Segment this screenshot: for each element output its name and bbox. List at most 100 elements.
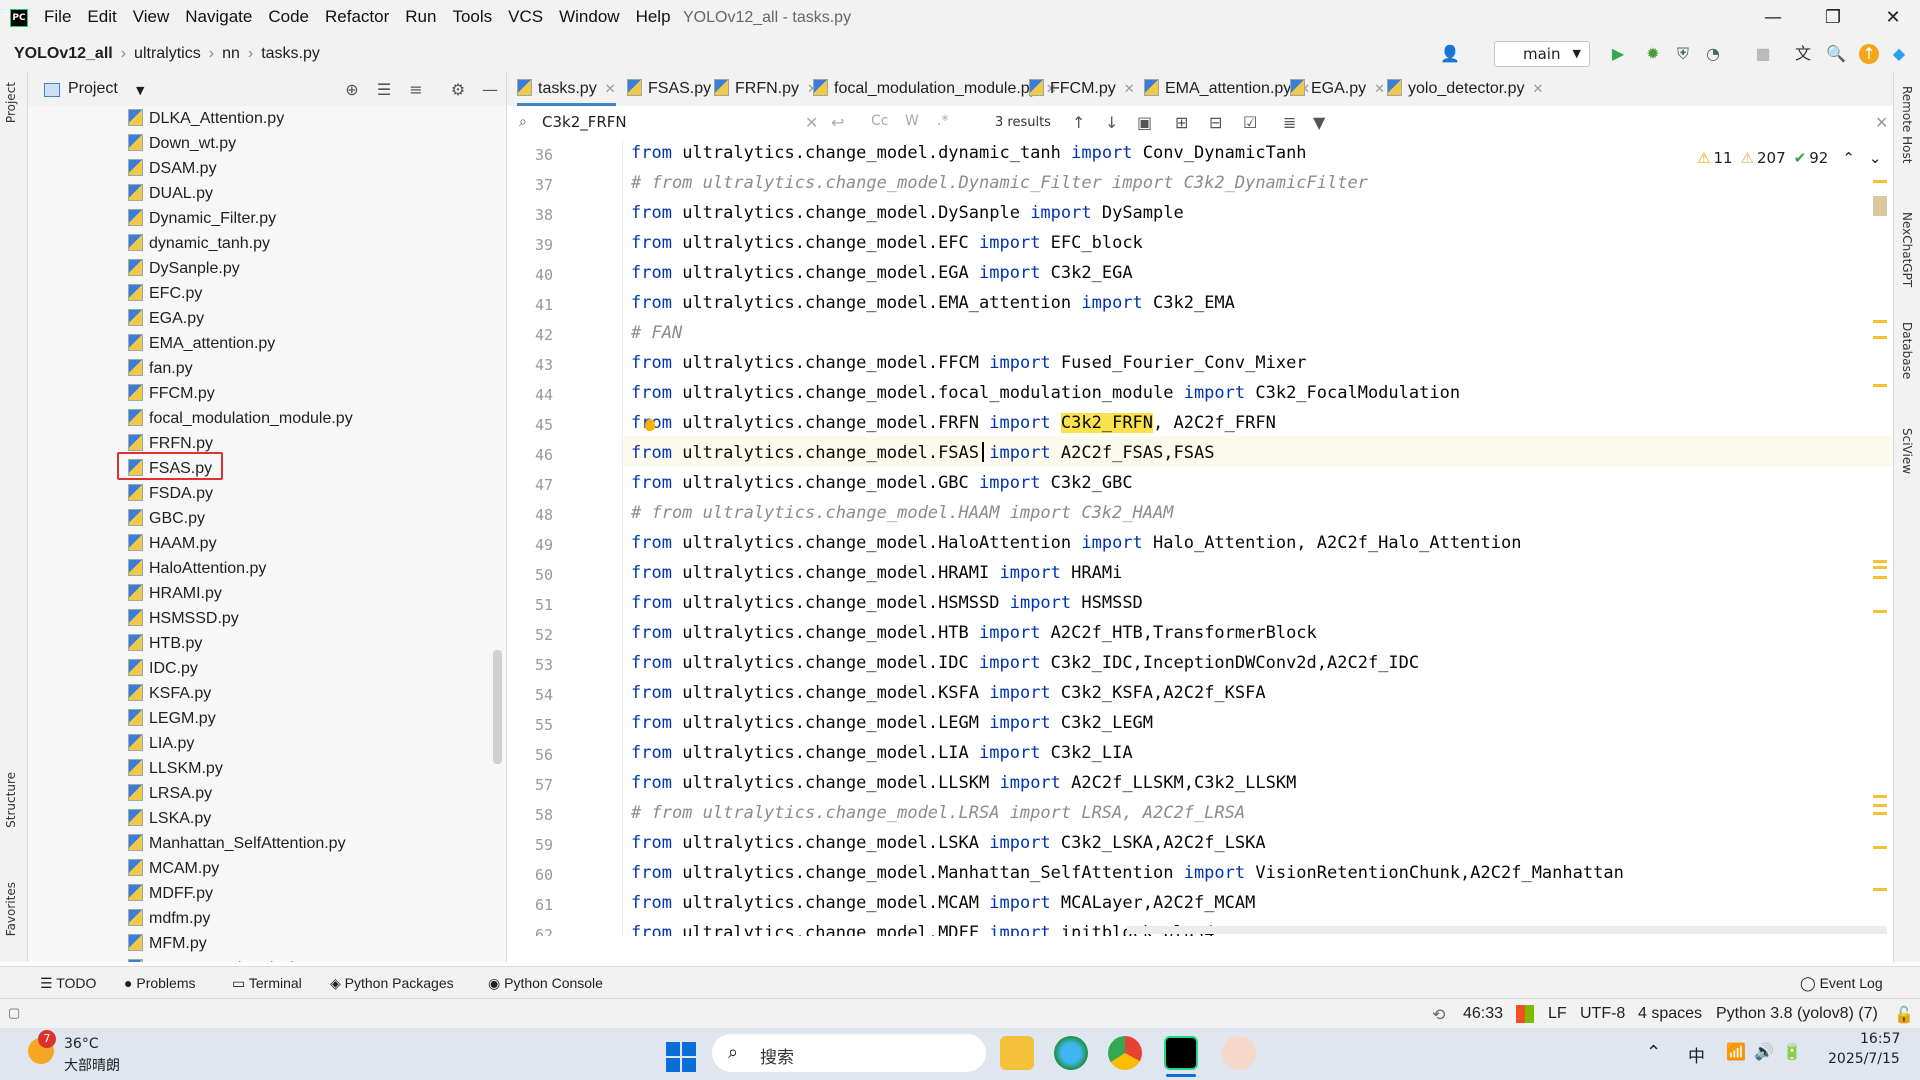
error-stripe-mark[interactable] (1873, 180, 1887, 183)
code-line[interactable]: from ultralytics.change_model.DySanple i… (631, 198, 1184, 228)
update-icon[interactable]: ↑ (1859, 44, 1879, 64)
code-line[interactable]: from ultralytics.change_model.MCAM impor… (631, 888, 1255, 918)
close-tab-icon[interactable]: ✕ (1374, 81, 1385, 96)
close-tab-icon[interactable]: ✕ (1124, 81, 1135, 96)
error-stripe-mark[interactable] (1873, 320, 1887, 323)
line-separator[interactable]: LF (1548, 1005, 1567, 1023)
breadcrumb-item[interactable]: tasks.py (261, 45, 320, 63)
chevron-up-icon[interactable]: ⌃ (1842, 149, 1855, 167)
file-tree-item[interactable]: fan.py (128, 356, 193, 381)
file-tree-item[interactable]: EMA_attention.py (128, 331, 275, 356)
file-tree-item[interactable]: LSKA.py (128, 806, 211, 831)
arrow-down-icon[interactable]: ↓ (1105, 113, 1118, 132)
code-line[interactable]: from ultralytics.change_model.LIA import… (631, 738, 1133, 768)
expand-all-icon[interactable]: ☰ (374, 80, 394, 99)
coverage-icon[interactable]: ⛨ (1673, 44, 1693, 64)
code-line[interactable]: from ultralytics.change_model.IDC import… (631, 648, 1419, 678)
close-icon[interactable]: ✕ (1870, 0, 1916, 36)
code-line[interactable]: from ultralytics.change_model.GBC import… (631, 468, 1133, 498)
code-line[interactable]: from ultralytics.change_model.HSMSSD imp… (631, 588, 1143, 618)
menu-code[interactable]: Code (268, 7, 309, 27)
project-tool-tab[interactable]: Project (4, 82, 18, 123)
clock-time[interactable]: 16:57 (1860, 1031, 1900, 1047)
file-tree-item[interactable]: DLKA_Attention.py (128, 106, 284, 131)
file-tree-item[interactable]: EFC.py (128, 281, 202, 306)
editor-tab[interactable]: FFCM.py ✕ (1029, 72, 1135, 106)
menu-help[interactable]: Help (636, 7, 671, 27)
select-all-icon[interactable]: ▣ (1137, 113, 1152, 132)
windows-start-icon[interactable] (666, 1042, 696, 1072)
menu-window[interactable]: Window (559, 7, 619, 27)
words-toggle[interactable]: W (905, 113, 919, 129)
code-line[interactable]: from ultralytics.change_model.Manhattan_… (631, 858, 1624, 888)
file-tree-item[interactable]: LRSA.py (128, 781, 212, 806)
chrome-browser-icon[interactable] (1108, 1036, 1142, 1070)
sync-icon[interactable]: ⟲ (1432, 1005, 1445, 1025)
file-tree-item[interactable]: dynamic_tanh.py (128, 231, 270, 256)
chevron-down-icon[interactable]: ▼ (136, 84, 144, 97)
filter-options-icon[interactable]: ≣ (1283, 113, 1296, 132)
remove-occurrence-icon[interactable]: ⊟ (1209, 113, 1222, 132)
wifi-icon[interactable]: 📶 (1726, 1042, 1746, 1061)
file-tree-item[interactable]: HTB.py (128, 631, 202, 656)
history-icon[interactable]: ↩ (831, 113, 844, 132)
close-tab-icon[interactable]: ✕ (605, 81, 616, 96)
error-stripe-mark[interactable] (1873, 812, 1887, 815)
error-stripe-mark[interactable] (1873, 384, 1887, 387)
add-occurrence-icon[interactable]: ⊞ (1175, 113, 1188, 132)
project-panel-title[interactable]: Project (68, 80, 118, 98)
caret-position[interactable]: 46:33 (1463, 1005, 1503, 1023)
breadcrumb-item[interactable]: ultralytics (134, 45, 201, 63)
volume-icon[interactable]: 🔊 (1754, 1042, 1774, 1061)
arrow-up-icon[interactable]: ↑ (1072, 113, 1085, 132)
code-line[interactable]: # from ultralytics.change_model.LRSA imp… (631, 798, 1245, 828)
code-line[interactable]: # from ultralytics.change_model.Dynamic_… (631, 168, 1368, 198)
run-icon[interactable]: ▶ (1608, 44, 1628, 64)
code-line[interactable]: from ultralytics.change_model.KSFA impor… (631, 678, 1266, 708)
file-tree-item[interactable]: MFMSAttentionBlock.py (128, 956, 320, 962)
menu-tools[interactable]: Tools (452, 7, 492, 27)
gear-icon[interactable]: ⚙ (448, 80, 468, 99)
code-line[interactable]: from ultralytics.change_model.HRAMI impo… (631, 558, 1122, 588)
code-line[interactable]: from ultralytics.change_model.FRFN impor… (631, 408, 1276, 438)
horizontal-scrollbar[interactable] (1127, 926, 1887, 934)
scroll-thumb[interactable] (1873, 196, 1887, 216)
file-tree-item[interactable]: MCAM.py (128, 856, 219, 881)
editor-tab[interactable]: focal_modulation_module.py ✕ (813, 72, 1057, 106)
close-find-icon[interactable]: ✕ (1875, 113, 1888, 132)
code-line[interactable]: from ultralytics.change_model.dynamic_ta… (631, 140, 1307, 168)
menu-vcs[interactable]: VCS (508, 7, 543, 27)
code-line[interactable]: from ultralytics.change_model.focal_modu… (631, 378, 1460, 408)
structure-tool-tab[interactable]: Structure (4, 772, 18, 828)
weather-temperature[interactable]: 36°C (64, 1036, 99, 1052)
error-stripe-mark[interactable] (1873, 566, 1887, 569)
edge-browser-icon[interactable] (1054, 1036, 1088, 1070)
file-explorer-icon[interactable] (1000, 1036, 1034, 1070)
file-tree-item[interactable]: KSFA.py (128, 681, 211, 706)
file-tree-item[interactable]: FSDA.py (128, 481, 213, 506)
debug-icon[interactable]: ✹ (1643, 44, 1663, 64)
error-stripe-mark[interactable] (1873, 336, 1887, 339)
avatar-app-icon[interactable] (1222, 1036, 1256, 1070)
search-icon[interactable]: 🔍 (1826, 44, 1846, 64)
menu-navigate[interactable]: Navigate (185, 7, 252, 27)
match-case-toggle[interactable]: Cc (871, 113, 888, 129)
file-tree-item[interactable]: mdfm.py (128, 906, 210, 931)
file-tree-item[interactable]: MFM.py (128, 931, 207, 956)
file-tree-item[interactable]: Manhattan_SelfAttention.py (128, 831, 346, 856)
event-log-tab[interactable]: ◯ Event Log (1800, 975, 1883, 992)
editor-tab[interactable]: EGA.py ✕ (1290, 72, 1385, 106)
remote-host-tool-tab[interactable]: Remote Host (1900, 86, 1914, 163)
python-interpreter[interactable]: Python 3.8 (yolov8) (7) (1716, 1005, 1878, 1023)
file-tree-item[interactable]: MDFF.py (128, 881, 213, 906)
file-tree-item[interactable]: HSMSSD.py (128, 606, 239, 631)
error-stripe-mark[interactable] (1873, 804, 1887, 807)
error-stripe-mark[interactable] (1873, 795, 1887, 798)
editor-tab[interactable]: yolo_detector.py ✕ (1387, 72, 1543, 106)
stop-icon[interactable]: ■ (1753, 44, 1773, 64)
code-line[interactable]: from ultralytics.change_model.EFC import… (631, 228, 1143, 258)
lightbulb-icon[interactable] (645, 419, 655, 431)
python-packages-tab[interactable]: ◈ Python Packages (330, 975, 454, 992)
filter-icon[interactable]: ▼ (1313, 113, 1325, 132)
file-tree-item[interactable]: EGA.py (128, 306, 204, 331)
